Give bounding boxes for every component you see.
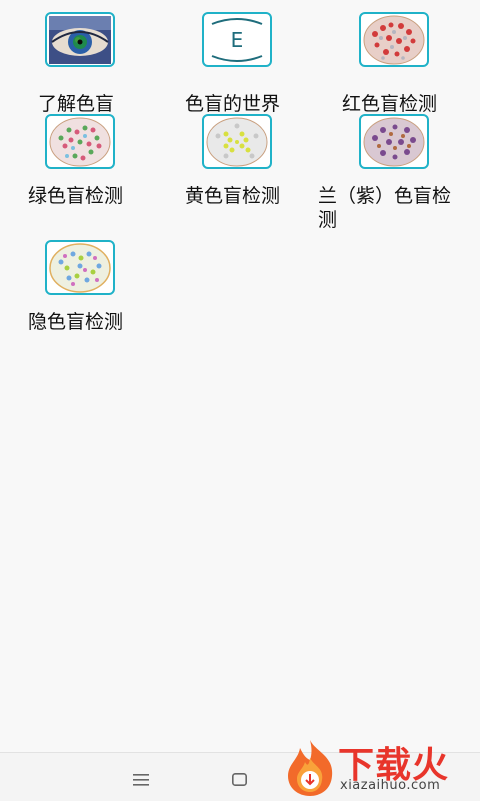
tile-label: 兰（紫）色盲检测 [318,185,452,231]
flame-logo-icon [288,740,333,796]
tile-label: 绿色盲检测 [28,185,124,207]
svg-text:E: E [231,28,244,52]
square-home-icon[interactable] [232,771,247,790]
red-plate-icon [359,12,429,67]
watermark-site: xiazaihuo.com [340,778,441,793]
tile-label: 黄色盲检测 [185,185,281,207]
yellow-plate-icon [202,114,272,169]
eye-earth-icon [45,12,115,67]
tile-label: 了解色盲 [38,93,115,115]
purple-plate-icon [359,114,429,169]
tile-label: 红色盲检测 [342,93,438,115]
menu-icon[interactable] [133,771,149,790]
green-plate-icon [45,114,115,169]
watermark-logo: 下载火 xiazaihuo.com [280,732,480,800]
tile-label: 色盲的世界 [185,93,281,115]
letter-e-chart-icon: E [202,12,272,67]
tile-label: 隐色盲检测 [28,311,124,333]
hidden-plate-icon [45,240,115,295]
